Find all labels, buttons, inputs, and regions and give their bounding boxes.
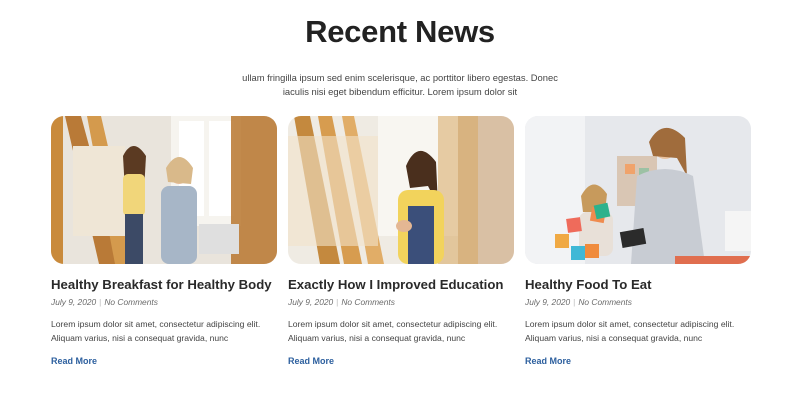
post-card: Exactly How I Improved Education July 9,… <box>288 116 514 369</box>
meta-separator: | <box>336 297 339 307</box>
read-more-link[interactable]: Read More <box>525 356 571 366</box>
mother-child-blocks-image <box>525 116 751 264</box>
painting-class-image <box>51 116 277 264</box>
meta-separator: | <box>573 297 576 307</box>
read-more-link[interactable]: Read More <box>51 356 97 366</box>
post-meta: July 9, 2020 | No Comments <box>288 297 514 307</box>
read-more-link[interactable]: Read More <box>288 356 334 366</box>
section-subtitle: ullam fringilla ipsum sed enim scelerisq… <box>242 72 558 97</box>
post-meta: July 9, 2020 | No Comments <box>525 297 751 307</box>
post-comments-link[interactable]: No Comments <box>578 297 632 307</box>
post-comments-link[interactable]: No Comments <box>341 297 395 307</box>
recent-news-section: Recent News ullam fringilla ipsum sed en… <box>0 0 800 403</box>
post-image[interactable] <box>525 116 751 264</box>
post-comments-link[interactable]: No Comments <box>104 297 158 307</box>
section-title: Recent News <box>305 14 495 49</box>
meta-separator: | <box>99 297 102 307</box>
post-card: Healthy Food To Eat July 9, 2020 | No Comm… <box>525 116 751 369</box>
post-excerpt: Lorem ipsum dolor sit amet, consectetur … <box>525 319 735 343</box>
post-image[interactable] <box>288 116 514 264</box>
post-meta: July 9, 2020 | No Comments <box>51 297 277 307</box>
post-title[interactable]: Exactly How I Improved Education <box>288 277 514 292</box>
post-title[interactable]: Healthy Food To Eat <box>525 277 751 292</box>
post-card: Healthy Breakfast for Healthy Body July … <box>51 116 277 369</box>
post-date: July 9, 2020 <box>51 297 97 307</box>
post-date: July 9, 2020 <box>525 297 571 307</box>
post-title[interactable]: Healthy Breakfast for Healthy Body <box>51 277 277 292</box>
girl-painting-image <box>288 116 514 264</box>
post-excerpt: Lorem ipsum dolor sit amet, consectetur … <box>51 319 261 343</box>
post-date: July 9, 2020 <box>288 297 334 307</box>
post-image[interactable] <box>51 116 277 264</box>
post-excerpt: Lorem ipsum dolor sit amet, consectetur … <box>288 319 498 343</box>
